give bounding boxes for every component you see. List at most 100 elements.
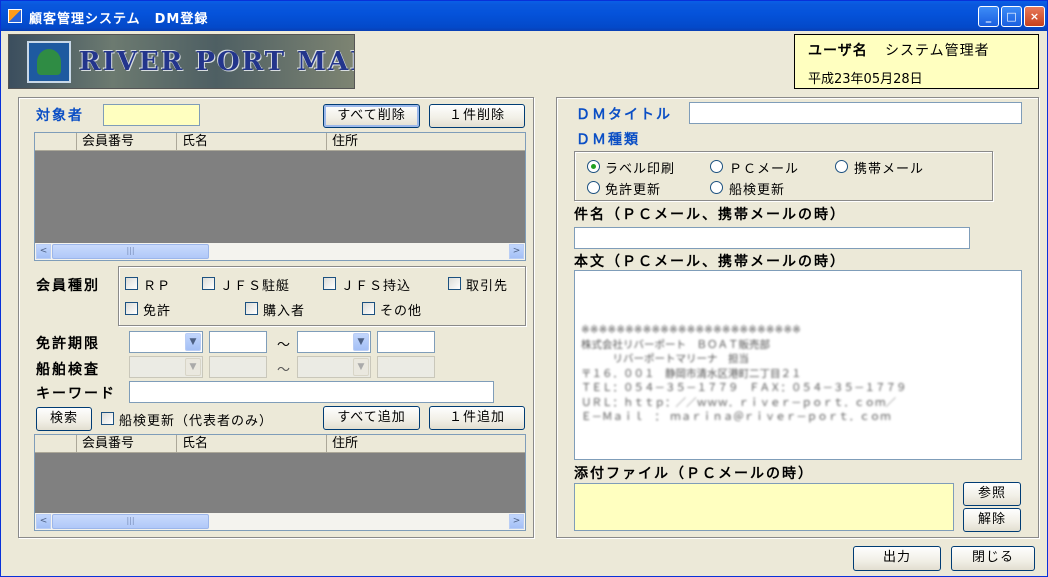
- body-label: 本文（ＰＣメール、携帯メールの時）: [574, 254, 846, 270]
- scroll-left-icon[interactable]: <: [36, 244, 51, 259]
- row-header-cell: [35, 435, 77, 453]
- checkbox-other-label: その他: [380, 304, 423, 319]
- logo-text: RIVER PORT MARINA: [79, 47, 354, 77]
- license-to-select[interactable]: ▼: [297, 331, 371, 353]
- checkbox-rp[interactable]: [125, 277, 138, 290]
- delete-one-button[interactable]: １件削除: [429, 104, 525, 128]
- radio-mobile-mail-label: 携帯メール: [854, 162, 925, 177]
- attachment-label: 添付ファイル（ＰＣメールの時）: [574, 466, 814, 482]
- column-header-name[interactable]: 氏名: [177, 435, 327, 453]
- delete-all-button[interactable]: すべて削除: [323, 104, 420, 128]
- column-header-name[interactable]: 氏名: [177, 133, 327, 151]
- checkbox-license[interactable]: [125, 302, 138, 315]
- search-result-grid[interactable]: 会員番号 氏名 住所 < ||| >: [34, 434, 526, 531]
- scroll-thumb[interactable]: |||: [52, 244, 209, 259]
- output-button[interactable]: 出力: [853, 546, 941, 571]
- checkbox-jfs-berth-label: ＪＦＳ駐艇: [220, 279, 291, 294]
- checkbox-business-partner-label: 取引先: [466, 279, 509, 294]
- current-date: 平成23年05月28日: [808, 72, 923, 87]
- radio-pc-mail-label: ＰＣメール: [729, 162, 800, 177]
- inspection-from-day-field[interactable]: [209, 356, 267, 378]
- chevron-down-icon: ▼: [353, 358, 369, 376]
- scroll-right-icon[interactable]: >: [509, 514, 524, 529]
- radio-license-renewal-label: 免許更新: [605, 183, 662, 198]
- column-header-member-no[interactable]: 会員番号: [77, 435, 177, 453]
- user-label: ユーザ名: [808, 43, 868, 59]
- user-info-box: ユーザ名 システム管理者 平成23年05月28日: [794, 34, 1039, 89]
- column-header-address[interactable]: 住所: [327, 133, 525, 151]
- checkbox-ship-renewal-rep-label: 船検更新（代表者のみ）: [119, 414, 274, 429]
- radio-label-print-label: ラベル印刷: [605, 162, 676, 177]
- inspection-from-select[interactable]: ▼: [129, 356, 203, 378]
- checkbox-jfs-bringin[interactable]: [323, 277, 336, 290]
- scroll-thumb[interactable]: |||: [52, 514, 209, 529]
- checkbox-jfs-berth[interactable]: [202, 277, 215, 290]
- app-icon: [8, 9, 22, 23]
- checkbox-business-partner[interactable]: [448, 277, 461, 290]
- checkbox-other[interactable]: [362, 302, 375, 315]
- add-one-button[interactable]: １件追加: [429, 406, 525, 430]
- body-textarea[interactable]: ※※※※※※※※※※※※※※※※※※※※※※※※※ 株式会社リバーポート ＢＯＡ…: [574, 270, 1022, 460]
- dm-title-input[interactable]: [689, 102, 1022, 124]
- keyword-label: キーワード: [36, 386, 116, 402]
- subject-input[interactable]: [574, 227, 970, 249]
- email-signature: ※※※※※※※※※※※※※※※※※※※※※※※※※ 株式会社リバーポート ＢＯＡ…: [581, 324, 907, 423]
- checkbox-jfs-bringin-label: ＪＦＳ持込: [341, 279, 412, 294]
- target-count-field[interactable]: [103, 104, 200, 126]
- radio-license-renewal[interactable]: [587, 181, 600, 194]
- radio-ship-renewal[interactable]: [710, 181, 723, 194]
- column-header-member-no[interactable]: 会員番号: [77, 133, 177, 151]
- checkbox-rp-label: ＲＰ: [143, 279, 172, 294]
- checkbox-purchaser[interactable]: [245, 302, 258, 315]
- window-title: 顧客管理システム DM登録: [29, 12, 209, 27]
- horizontal-scrollbar[interactable]: < ||| >: [35, 243, 525, 260]
- clear-attachment-button[interactable]: 解除: [963, 508, 1021, 532]
- target-label: 対象者: [36, 108, 84, 124]
- row-header-cell: [35, 133, 77, 151]
- range-separator: ～: [277, 338, 292, 353]
- radio-label-print[interactable]: [587, 160, 600, 173]
- user-name: システム管理者: [885, 43, 990, 59]
- keyword-input[interactable]: [129, 381, 494, 403]
- radio-pc-mail[interactable]: [710, 160, 723, 173]
- chevron-down-icon[interactable]: ▼: [185, 333, 201, 351]
- attachment-field[interactable]: [574, 483, 954, 531]
- radio-mobile-mail[interactable]: [835, 160, 848, 173]
- grid-header: 会員番号 氏名 住所: [35, 435, 525, 453]
- logo-emblem-icon: [27, 41, 71, 83]
- close-button[interactable]: 閉じる: [951, 546, 1035, 571]
- maximize-button[interactable]: □: [1001, 6, 1022, 27]
- member-type-label: 会員種別: [36, 278, 100, 294]
- range-separator: ～: [277, 363, 292, 378]
- radio-ship-renewal-label: 船検更新: [729, 183, 786, 198]
- ship-inspection-label: 船舶検査: [36, 362, 100, 378]
- title-bar[interactable]: 顧客管理システム DM登録 _ □ ×: [1, 1, 1047, 31]
- scroll-left-icon[interactable]: <: [36, 514, 51, 529]
- checkbox-ship-renewal-rep[interactable]: [101, 412, 114, 425]
- chevron-down-icon: ▼: [185, 358, 201, 376]
- license-period-label: 免許期限: [36, 336, 100, 352]
- grid-header: 会員番号 氏名 住所: [35, 133, 525, 151]
- horizontal-scrollbar[interactable]: < ||| >: [35, 513, 525, 530]
- browse-button[interactable]: 参照: [963, 482, 1021, 506]
- inspection-to-select[interactable]: ▼: [297, 356, 371, 378]
- minimize-button[interactable]: _: [978, 6, 999, 27]
- checkbox-license-label: 免許: [143, 304, 172, 319]
- app-window: 顧客管理システム DM登録 _ □ × RIVER PORT MARINA ユー…: [0, 0, 1048, 577]
- add-all-button[interactable]: すべて追加: [323, 406, 420, 430]
- license-from-select[interactable]: ▼: [129, 331, 203, 353]
- close-window-button[interactable]: ×: [1024, 6, 1045, 27]
- member-type-group: [118, 266, 526, 326]
- license-to-day-field[interactable]: [377, 331, 435, 353]
- dm-title-label: ＤＭタイトル: [576, 107, 672, 123]
- target-grid[interactable]: 会員番号 氏名 住所 < ||| >: [34, 132, 526, 261]
- license-from-day-field[interactable]: [209, 331, 267, 353]
- dm-type-label: ＤＭ種類: [576, 132, 640, 148]
- marina-logo: RIVER PORT MARINA: [8, 34, 355, 89]
- inspection-to-day-field[interactable]: [377, 356, 435, 378]
- scroll-right-icon[interactable]: >: [509, 244, 524, 259]
- search-button[interactable]: 検索: [36, 407, 92, 431]
- checkbox-purchaser-label: 購入者: [263, 304, 306, 319]
- chevron-down-icon[interactable]: ▼: [353, 333, 369, 351]
- column-header-address[interactable]: 住所: [327, 435, 525, 453]
